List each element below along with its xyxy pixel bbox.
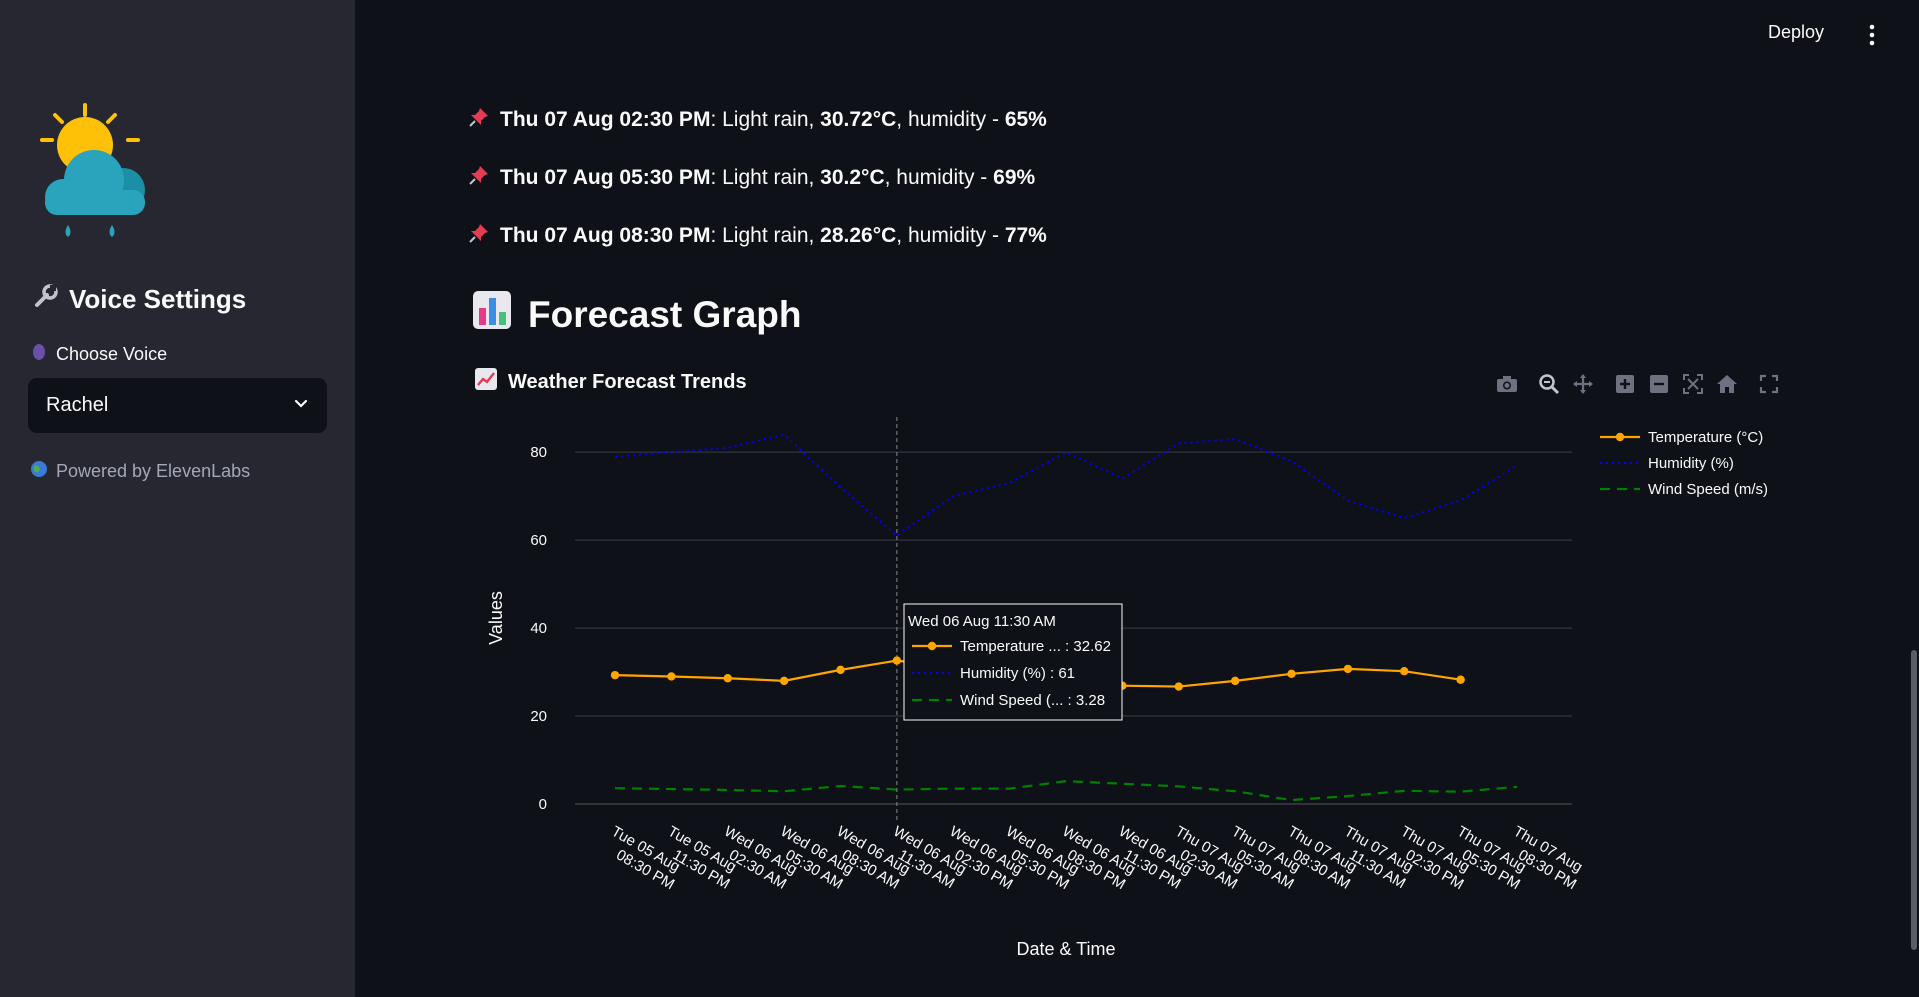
tooltip-row: Wind Speed (... : 3.28 — [960, 692, 1105, 709]
hover-tooltip: Wed 06 Aug 11:30 AM Temperature ... : 32.… — [903, 603, 1123, 721]
data-point[interactable] — [892, 656, 902, 665]
data-point[interactable] — [723, 674, 732, 683]
data-point[interactable] — [610, 670, 620, 680]
svg-text:Temperature (°C): Temperature (°C) — [1648, 429, 1763, 446]
legend-item[interactable]: Humidity (%) — [1600, 455, 1734, 472]
data-point[interactable] — [667, 672, 676, 681]
y-tick-label: 80 — [530, 444, 547, 461]
y-axis-title: Values — [486, 591, 506, 645]
legend-item[interactable]: Temperature (°C) — [1600, 429, 1763, 446]
svg-text:Humidity (%): Humidity (%) — [1648, 455, 1734, 472]
series-line-2 — [614, 780, 1518, 802]
data-point[interactable] — [1456, 675, 1465, 684]
data-point[interactable] — [779, 676, 789, 686]
svg-text:Wind Speed (m/s): Wind Speed (m/s) — [1648, 481, 1768, 498]
chart-legend[interactable]: Temperature (°C) Humidity (%) Wind Speed (… — [1600, 429, 1768, 498]
y-tick-label: 60 — [530, 532, 547, 549]
data-point[interactable] — [1400, 666, 1409, 676]
page-scrollbar[interactable] — [1911, 650, 1917, 950]
series-line-1 — [614, 433, 1518, 538]
data-point[interactable] — [1287, 669, 1296, 679]
x-axis-title: Date & Time — [1016, 939, 1115, 959]
tooltip-row: Temperature ... : 32.62 — [960, 638, 1111, 655]
y-tick-label: 20 — [530, 708, 547, 725]
weather-chart: 020406080 Tue 05 Aug08:30 PMTue 05 Aug11… — [486, 417, 1768, 959]
tooltip-title: Wed 06 Aug 11:30 AM — [908, 613, 1056, 630]
data-point[interactable] — [1174, 682, 1183, 691]
data-point[interactable] — [836, 665, 845, 675]
legend-item[interactable]: Wind Speed (m/s) — [1600, 481, 1768, 498]
y-tick-label: 40 — [530, 620, 547, 637]
y-tick-label: 0 — [539, 796, 547, 813]
data-point[interactable] — [1230, 676, 1240, 686]
data-point[interactable] — [1343, 664, 1353, 674]
tooltip-row: Humidity (%) : 61 — [960, 665, 1075, 682]
